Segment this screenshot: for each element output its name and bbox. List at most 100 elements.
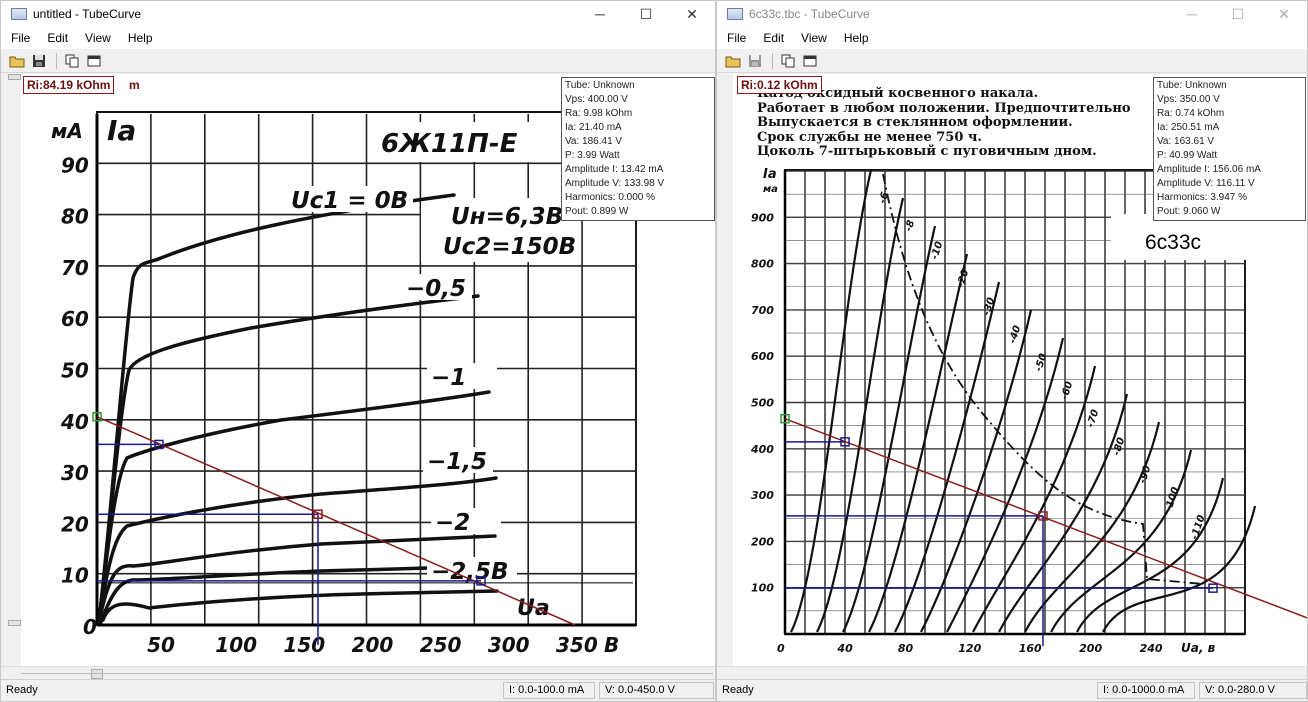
tube-name: 6Ж11П-Е	[381, 129, 518, 159]
close-button[interactable]: ✕	[1261, 1, 1307, 27]
x-axis-label: Ua, в	[1181, 641, 1216, 655]
plate-curve	[97, 390, 491, 624]
y-tick-label: 30	[61, 461, 89, 485]
plate-curve	[1076, 477, 1225, 633]
plate-curve	[790, 169, 873, 633]
window-icon[interactable]	[84, 52, 104, 70]
x-tick-label: 50	[147, 633, 175, 657]
x-tick-label: 350	[556, 633, 598, 657]
menu-file[interactable]: File	[1, 31, 37, 45]
minimize-button[interactable]: ─	[577, 1, 623, 27]
datasheet-text: Катод оксидный косвенного накала. Работа…	[757, 87, 1151, 160]
window-title: 6c33c.tbc - TubeCurve	[749, 7, 870, 21]
info-tube: Tube: Unknown	[565, 80, 635, 91]
status-ready: Ready	[6, 684, 38, 696]
menu-view[interactable]: View	[75, 31, 118, 45]
info-va: Va: 186.41 V	[565, 136, 623, 147]
y-tick-label: 400	[750, 443, 774, 456]
save-icon[interactable]	[745, 52, 765, 70]
window-icon[interactable]	[800, 52, 820, 70]
x-tick-label: 80	[898, 642, 914, 655]
y-tick-label: 70	[61, 256, 89, 280]
y-tick-label: 0	[83, 615, 97, 639]
curve-label: -60	[1059, 380, 1075, 401]
info-harmonics: Harmonics: 0.000 %	[565, 192, 656, 203]
y-tick-label: 100	[751, 582, 774, 595]
left-vertical-scrollbar[interactable]	[1, 74, 21, 666]
ri-readout: Ri:0.12 kOhm	[737, 76, 822, 94]
left-titlebar[interactable]: untitled - TubeCurve ─ ☐ ✕	[1, 1, 715, 27]
copy-icon[interactable]	[778, 52, 798, 70]
tube-caption: 6c33c	[1145, 231, 1202, 254]
open-folder-icon[interactable]	[723, 52, 743, 70]
info-power: P: 3.99 Watt	[565, 150, 620, 161]
y-tick-label: 600	[751, 350, 774, 363]
maximize-button[interactable]: ☐	[1215, 1, 1261, 27]
x-tick-label: 120	[958, 642, 981, 655]
info-power: P: 40.99 Watt	[1157, 150, 1218, 161]
heater-voltage-label: Uн=6,3В	[451, 204, 563, 230]
plate-curve	[97, 193, 456, 624]
menu-file[interactable]: File	[717, 31, 753, 45]
close-button[interactable]: ✕	[669, 1, 715, 27]
right-titlebar[interactable]: 6c33c.tbc - TubeCurve ─ ☐ ✕	[717, 1, 1307, 27]
y-tick-label: 800	[751, 258, 774, 271]
curve-label: −2	[435, 510, 470, 536]
screen-voltage-label: Uс2=150В	[443, 234, 576, 260]
y-unit-label: мА	[51, 119, 83, 143]
y-tick-label: 40	[60, 410, 89, 434]
menu-help[interactable]: Help	[118, 31, 160, 45]
curve-label: -40	[1007, 324, 1023, 345]
plate-curve	[894, 281, 1001, 633]
y-unit-label: ма	[763, 184, 778, 195]
menu-help[interactable]: Help	[834, 31, 876, 45]
info-ra: Ra: 9.98 kOhm	[565, 108, 633, 119]
y-tick-label: 500	[751, 397, 774, 410]
y-tick-label: 10	[61, 564, 89, 588]
datasheet-line: Работает в любом положении. Предпочтител…	[757, 100, 1131, 116]
info-tube: Tube: Unknown	[1157, 80, 1227, 91]
open-folder-icon[interactable]	[7, 52, 27, 70]
y-tick-label: 200	[751, 535, 774, 548]
info-ra: Ra: 0.74 kOhm	[1157, 108, 1225, 119]
copy-icon[interactable]	[62, 52, 82, 70]
left-window: untitled - TubeCurve ─ ☐ ✕ File Edit Vie…	[0, 0, 716, 702]
maximize-button[interactable]: ☐	[623, 1, 669, 27]
x-tick-label: 160	[1019, 642, 1042, 655]
status-current-range: I: 0.0-100.0 mA	[503, 682, 595, 699]
x-tick-label: 150	[283, 633, 325, 657]
curve-label: −1	[431, 365, 466, 391]
right-toolbar	[717, 49, 1307, 73]
window-title: untitled - TubeCurve	[33, 7, 142, 21]
status-voltage-range: V: 0.0-450.0 V	[599, 682, 714, 699]
datasheet-line: Цоколь 7-штырьковый с пуговичным дном.	[757, 144, 1097, 160]
y-tick-label: 50	[61, 359, 89, 383]
ri-readout: Ri:84.19 kOhm	[23, 76, 115, 94]
y-axis-label: Ia	[107, 114, 136, 147]
x-tick-label: 0	[777, 642, 785, 655]
curve-label: -50	[1033, 352, 1049, 373]
x-tick-label: 240	[1140, 642, 1163, 655]
right-menubar: File Edit View Help	[717, 27, 1307, 49]
info-ia: Ia: 21.40 mA	[565, 122, 622, 133]
x-unit-label: В	[604, 633, 619, 657]
menu-edit[interactable]: Edit	[37, 31, 75, 45]
right-vertical-scrollbar[interactable]	[717, 74, 733, 666]
minimize-button[interactable]: ─	[1169, 1, 1215, 27]
info-amplitude-i: Amplitude I: 156.06 mA	[1157, 164, 1261, 175]
menu-edit[interactable]: Edit	[753, 31, 791, 45]
y-axis-label: Ia	[763, 167, 777, 182]
curve-label: -90	[1137, 464, 1153, 485]
curve-label: Uс1 = 0В	[291, 188, 408, 214]
y-tick-label: 300	[751, 489, 774, 502]
save-icon[interactable]	[29, 52, 49, 70]
plate-curve	[97, 476, 498, 624]
info-va: Va: 163.61 V	[1157, 136, 1215, 147]
info-vps: Vps: 350.00 V	[1157, 94, 1220, 105]
info-amplitude-v: Amplitude V: 133.98 V	[565, 178, 665, 189]
info-pout: Pout: 9.060 W	[1157, 206, 1221, 217]
left-menubar: File Edit View Help	[1, 27, 715, 49]
y-tick-label: 90	[61, 153, 89, 177]
x-tick-label: 100	[215, 633, 257, 657]
menu-view[interactable]: View	[791, 31, 834, 45]
